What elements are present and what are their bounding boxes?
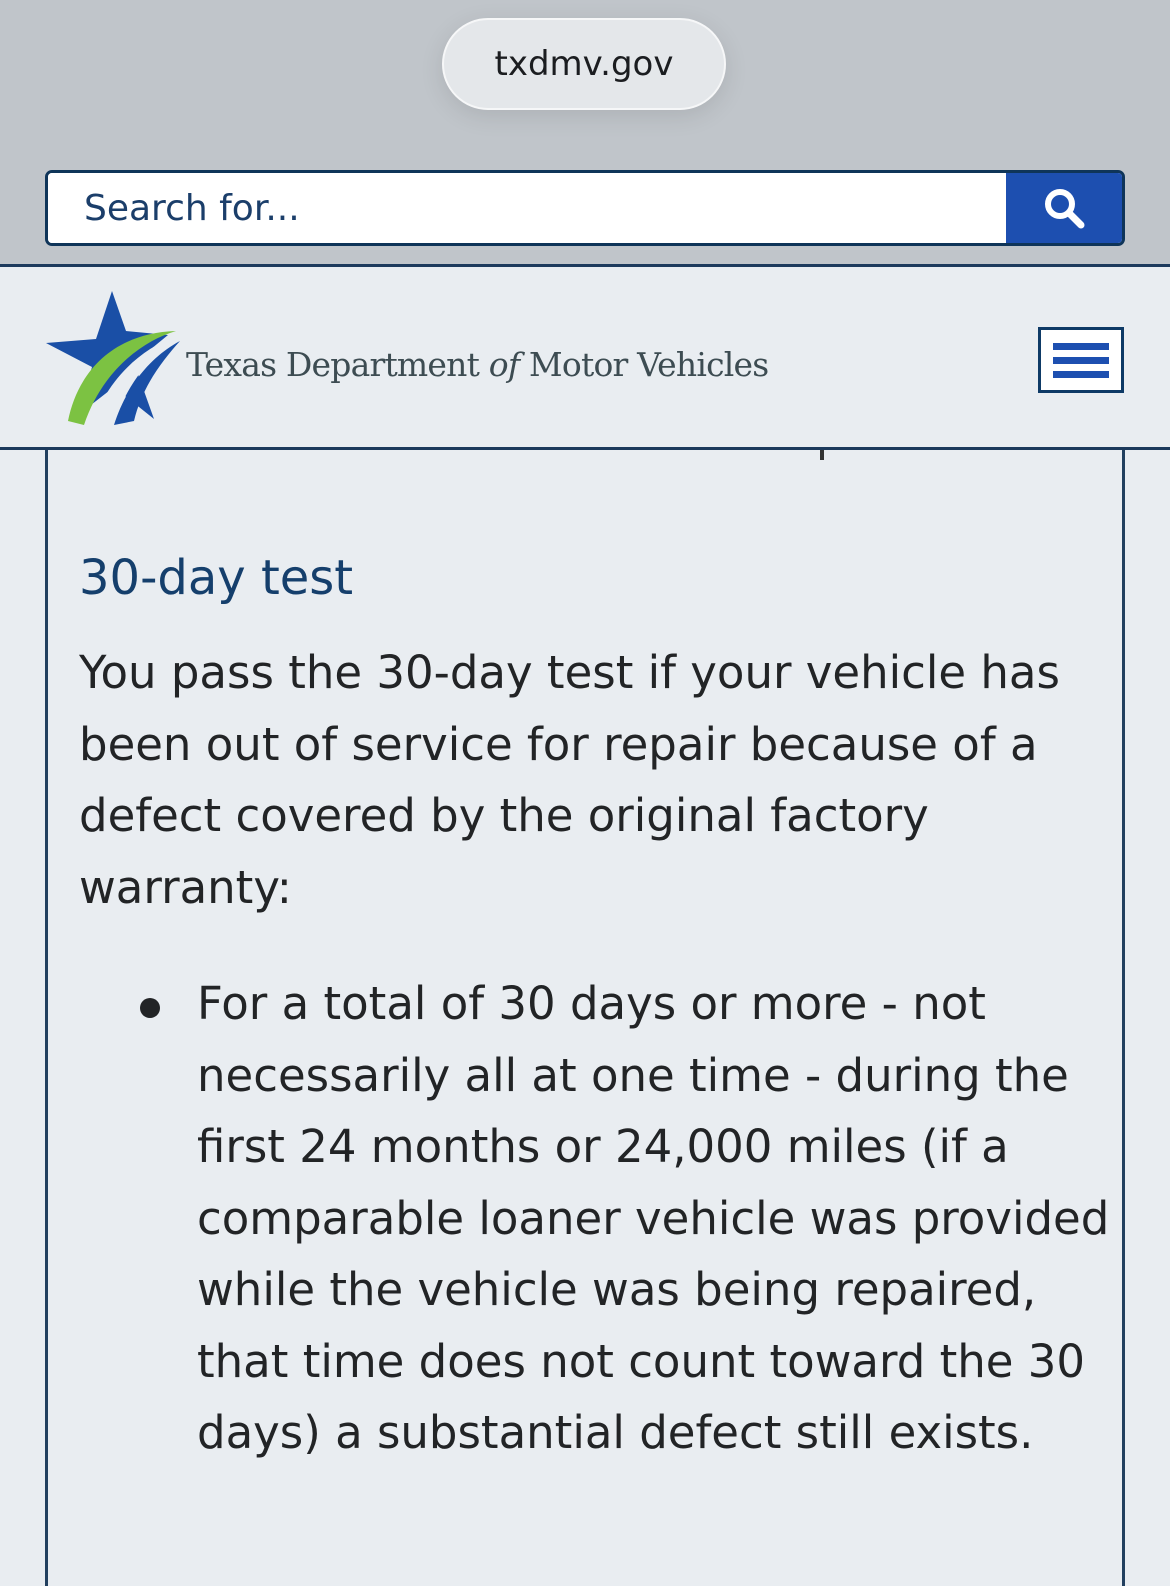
menu-bar-top (1053, 342, 1109, 350)
search-input[interactable] (48, 173, 1006, 243)
search-icon (1045, 189, 1085, 229)
browser-top-bar: txdmv.gov (0, 0, 1170, 264)
section-paragraph: You pass the 30-day test if your vehicle… (79, 646, 1060, 914)
menu-bar-middle (1053, 356, 1109, 364)
site-search-bar (45, 170, 1125, 246)
txdmv-star-logo-icon[interactable] (44, 291, 184, 427)
logo-text-part2: Motor Vehicles (519, 345, 769, 384)
url-text: txdmv.gov (494, 44, 674, 84)
logo-text-of: of (488, 345, 520, 384)
search-button[interactable] (1006, 173, 1122, 243)
logo-text-part1: Texas Department (186, 345, 489, 384)
hamburger-menu-button[interactable] (1038, 327, 1124, 393)
menu-bar-bottom (1053, 370, 1109, 378)
section-heading: 30-day test (79, 550, 354, 606)
site-logo-text[interactable]: Texas Department of Motor Vehicles (186, 345, 769, 384)
bullet-dot (140, 998, 160, 1018)
url-bar[interactable]: txdmv.gov (442, 18, 726, 110)
list-item-text: For a total of 30 days or more - not nec… (197, 977, 1110, 1459)
site-header: Texas Department of Motor Vehicles (0, 264, 1170, 450)
clipped-text-fragment (820, 450, 824, 460)
